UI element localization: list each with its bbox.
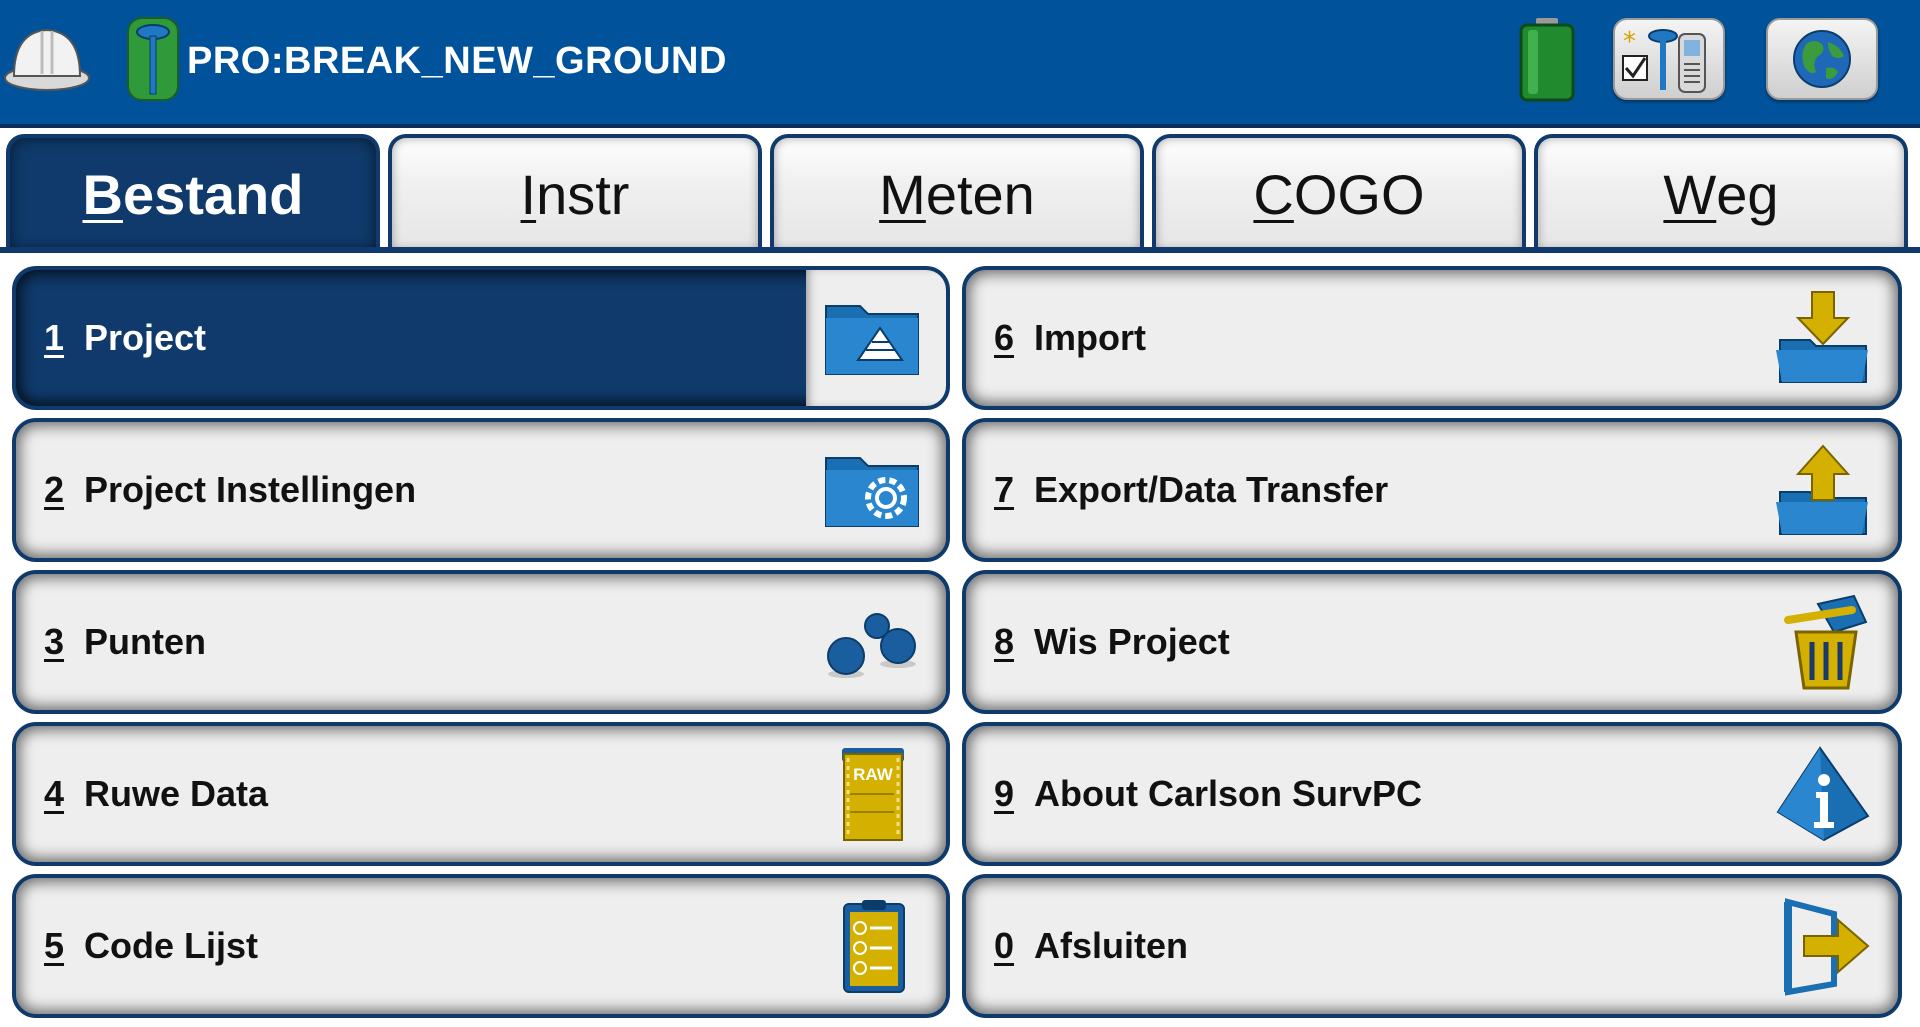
menu-item-number: 4	[44, 773, 65, 814]
import-icon	[1776, 291, 1868, 383]
menu-item-import[interactable]: 6 Import	[962, 266, 1902, 410]
tab-hotkey: C	[1253, 162, 1294, 226]
menu-item-number: 7	[994, 469, 1015, 510]
menu-item-project-instellingen[interactable]: 2 Project Instellingen	[12, 418, 950, 562]
menu-item-label: Project Instellingen	[84, 469, 417, 510]
tab-bestand[interactable]: Bestand	[6, 134, 380, 250]
instrument-status-button[interactable]: *	[1613, 18, 1725, 100]
delete-project-icon	[1784, 594, 1868, 690]
tab-label-rest: estand	[122, 162, 304, 226]
menu-item-ruwe-data[interactable]: 4 Ruwe Data RAW	[12, 722, 950, 866]
tab-label-rest: eten	[925, 162, 1035, 226]
globe-icon	[1793, 30, 1851, 88]
gps-receiver-icon[interactable]	[126, 16, 180, 102]
menu-item-label: Code Lijst	[84, 925, 259, 966]
code-list-icon	[843, 900, 905, 993]
menu-item-number: 6	[994, 317, 1015, 358]
raw-data-icon: RAW	[842, 748, 904, 841]
menu-item-label: Ruwe Data	[84, 773, 269, 814]
menu-item-label: Wis Project	[1034, 621, 1230, 662]
menu-item-label: Punten	[84, 621, 206, 662]
tab-hotkey: W	[1663, 162, 1717, 226]
menu-item-export[interactable]: 7 Export/Data Transfer	[962, 418, 1902, 562]
menu-item-number: 5	[44, 925, 65, 966]
menu-item-number: 3	[44, 621, 65, 662]
menu-item-number: 8	[994, 621, 1015, 662]
tab-meten[interactable]: Meten	[770, 134, 1144, 250]
menu-item-code-lijst[interactable]: 5 Code Lijst	[12, 874, 950, 1018]
menu-item-punten[interactable]: 3 Punten	[12, 570, 950, 714]
svg-text:*: *	[1623, 27, 1636, 57]
globe-button[interactable]	[1766, 18, 1878, 100]
menu-item-afsluiten[interactable]: 0 Afsluiten	[962, 874, 1902, 1018]
menu-item-label: Afsluiten	[1034, 925, 1189, 966]
menu-item-about[interactable]: 9 About Carlson SurvPC	[962, 722, 1902, 866]
menu-item-label: Export/Data Transfer	[1034, 469, 1389, 510]
menu-item-label: About Carlson SurvPC	[1034, 773, 1423, 814]
project-name: PRO:BREAK_NEW_GROUND	[187, 40, 727, 82]
tab-hotkey: B	[82, 162, 123, 226]
tab-weg[interactable]: Weg	[1534, 134, 1908, 250]
tab-hotkey: I	[520, 162, 537, 226]
menu-item-number: 2	[44, 469, 65, 510]
menu-item-wis-project[interactable]: 8 Wis Project	[962, 570, 1902, 714]
menu-item-label: Import	[1034, 317, 1146, 358]
tab-label-rest: nstr	[536, 162, 630, 226]
project-folder-icon	[825, 305, 919, 375]
menu-item-number: 1	[44, 317, 65, 358]
export-icon	[1776, 444, 1868, 535]
menu-item-number: 9	[994, 773, 1015, 814]
battery-icon[interactable]	[1518, 16, 1576, 102]
tab-label-rest: OGO	[1293, 162, 1425, 226]
menu-item-project[interactable]: 1 Project	[12, 266, 950, 410]
menu-item-number: 0	[994, 925, 1015, 966]
menu-item-label: Project	[84, 317, 207, 358]
tab-label-rest: eg	[1716, 162, 1779, 226]
folder-settings-icon	[825, 457, 919, 527]
tab-cogo[interactable]: C OGO	[1152, 134, 1526, 250]
raw-icon-text: RAW	[853, 765, 894, 784]
tab-hotkey: M	[879, 162, 926, 226]
title-bar: PRO:BREAK_NEW_GROUND *	[0, 0, 1920, 128]
hardhat-icon[interactable]	[2, 18, 92, 98]
instrument-setup-icon: *	[1622, 27, 1706, 93]
exit-icon	[1784, 898, 1870, 996]
info-icon	[1776, 746, 1870, 842]
tab-instr[interactable]: Instr	[388, 134, 762, 250]
points-icon	[827, 613, 916, 678]
